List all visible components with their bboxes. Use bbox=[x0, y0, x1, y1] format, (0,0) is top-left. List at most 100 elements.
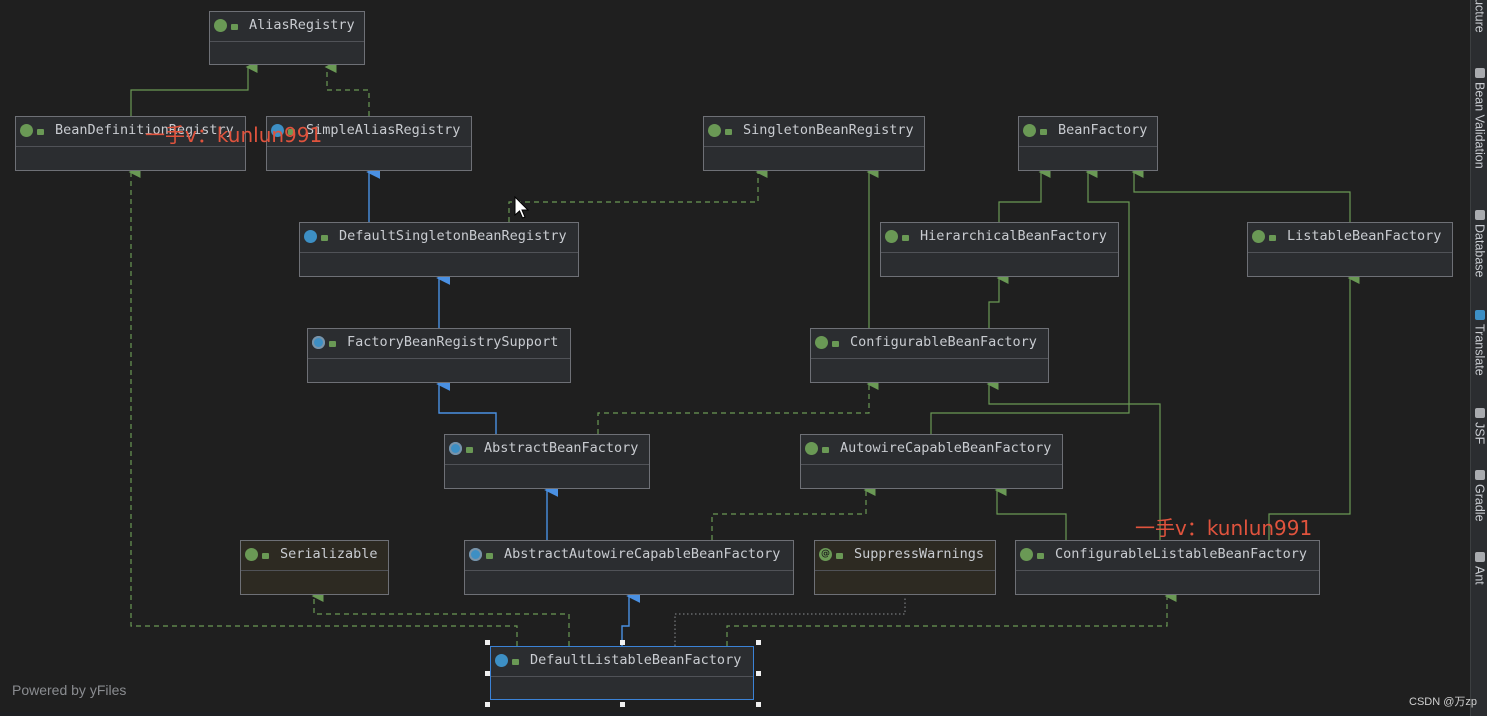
public-lock-icon bbox=[832, 341, 839, 347]
interface-icon bbox=[815, 335, 828, 349]
sidebar-item-translate[interactable]: Translate bbox=[1471, 310, 1487, 376]
interface-icon bbox=[885, 229, 898, 243]
node-abstract-autowire-capable-bean-factory[interactable]: AbstractAutowireCapableBeanFactory bbox=[464, 540, 794, 595]
node-label: Serializable bbox=[280, 546, 378, 562]
selection-handle[interactable] bbox=[620, 640, 625, 645]
selection-handle[interactable] bbox=[485, 671, 490, 676]
watermark-text: 一手v：kunlun991 bbox=[1135, 516, 1313, 540]
node-label: ConfigurableListableBeanFactory bbox=[1055, 546, 1307, 562]
diagram-canvas[interactable]: AliasRegistry BeanDefinitionRegistry Sim… bbox=[0, 0, 1470, 712]
public-lock-icon bbox=[231, 24, 238, 30]
node-label: FactoryBeanRegistrySupport bbox=[347, 334, 559, 350]
selection-handle[interactable] bbox=[756, 640, 761, 645]
node-autowire-capable-bean-factory[interactable]: AutowireCapableBeanFactory bbox=[800, 434, 1063, 489]
selection-handle[interactable] bbox=[756, 702, 761, 707]
public-lock-icon bbox=[262, 553, 269, 559]
public-lock-icon bbox=[486, 553, 493, 559]
sidebar-item-ant[interactable]: Ant bbox=[1471, 552, 1487, 585]
interface-icon bbox=[245, 547, 258, 561]
node-default-listable-bean-factory[interactable]: DefaultListableBeanFactory bbox=[490, 646, 754, 700]
selection-handle[interactable] bbox=[485, 640, 490, 645]
abstract-class-icon bbox=[312, 335, 325, 349]
abstract-class-icon bbox=[449, 441, 462, 455]
node-alias-registry[interactable]: AliasRegistry bbox=[209, 11, 365, 65]
node-factory-bean-registry-support[interactable]: FactoryBeanRegistrySupport bbox=[307, 328, 571, 383]
selection-handle[interactable] bbox=[620, 702, 625, 707]
public-lock-icon bbox=[466, 447, 473, 453]
public-lock-icon bbox=[1037, 553, 1044, 559]
edge-abf-cbf bbox=[597, 378, 879, 434]
public-lock-icon bbox=[512, 659, 519, 665]
edge-hbf-bf bbox=[998, 166, 1051, 222]
public-lock-icon bbox=[1269, 235, 1276, 241]
edge-dlbf-clbf bbox=[726, 590, 1177, 646]
interface-icon bbox=[214, 18, 227, 32]
jsf-icon bbox=[1474, 408, 1485, 418]
node-configurable-listable-bean-factory[interactable]: ConfigurableListableBeanFactory bbox=[1015, 540, 1320, 595]
credit-label: CSDN @万zp bbox=[1409, 696, 1478, 708]
node-label: ConfigurableBeanFactory bbox=[850, 334, 1037, 350]
edge-acbf-bf bbox=[930, 166, 1130, 434]
node-label: DefaultSingletonBeanRegistry bbox=[339, 228, 567, 244]
interface-icon bbox=[1020, 547, 1033, 561]
public-lock-icon bbox=[822, 447, 829, 453]
node-label: BeanFactory bbox=[1058, 122, 1148, 138]
edge-bdr-alias bbox=[130, 61, 258, 116]
public-lock-icon bbox=[725, 129, 732, 135]
sidebar-item-gradle[interactable]: Gradle bbox=[1471, 470, 1487, 522]
selection-handle[interactable] bbox=[756, 671, 761, 676]
node-label: AutowireCapableBeanFactory bbox=[840, 440, 1052, 456]
node-suppress-warnings[interactable]: @ SuppressWarnings bbox=[814, 540, 996, 595]
edges-layer bbox=[128, 61, 1360, 646]
translate-icon bbox=[1474, 310, 1485, 320]
sidebar-item-database[interactable]: Database bbox=[1471, 210, 1487, 278]
edge-dlbf-aacbf bbox=[621, 589, 641, 646]
node-label: AbstractBeanFactory bbox=[484, 440, 639, 456]
node-bean-factory[interactable]: BeanFactory bbox=[1018, 116, 1158, 171]
sidebar-item-jsf[interactable]: JSF bbox=[1471, 408, 1487, 444]
node-label: SimpleAliasRegistry bbox=[306, 122, 461, 138]
public-lock-icon bbox=[37, 129, 44, 135]
powered-by-label: Powered by yFiles bbox=[12, 682, 127, 698]
edge-cbf-hbf bbox=[988, 272, 1009, 328]
node-serializable[interactable]: Serializable bbox=[240, 540, 389, 595]
edge-dsbr-sbr bbox=[508, 166, 768, 222]
edge-dlbf-sw bbox=[674, 596, 906, 646]
public-lock-icon bbox=[902, 235, 909, 241]
node-label: AbstractAutowireCapableBeanFactory bbox=[504, 546, 781, 562]
mouse-cursor-icon bbox=[514, 196, 530, 219]
node-hierarchical-bean-factory[interactable]: HierarchicalBeanFactory bbox=[880, 222, 1119, 277]
bean-validation-icon bbox=[1474, 68, 1485, 78]
sidebar-item-structure[interactable]: ucture bbox=[1471, 0, 1487, 33]
sidebar-item-bean-validation[interactable]: Bean Validation bbox=[1471, 68, 1487, 169]
abstract-class-icon bbox=[469, 547, 482, 561]
interface-icon bbox=[20, 123, 33, 137]
node-configurable-bean-factory[interactable]: ConfigurableBeanFactory bbox=[810, 328, 1049, 383]
gradle-icon bbox=[1474, 470, 1485, 480]
node-label: ListableBeanFactory bbox=[1287, 228, 1442, 244]
edge-clbf-lbf bbox=[1268, 272, 1360, 540]
interface-icon bbox=[1023, 123, 1036, 137]
node-label: SingletonBeanRegistry bbox=[743, 122, 914, 138]
public-lock-icon bbox=[329, 341, 336, 347]
edge-lbf-bf bbox=[1131, 166, 1351, 222]
public-lock-icon bbox=[1040, 129, 1047, 135]
node-abstract-bean-factory[interactable]: AbstractBeanFactory bbox=[444, 434, 650, 489]
watermark-text: 一手v：kunlun991 bbox=[145, 123, 323, 147]
class-icon bbox=[495, 653, 508, 667]
selection-handle[interactable] bbox=[485, 702, 490, 707]
interface-icon bbox=[708, 123, 721, 137]
node-label: AliasRegistry bbox=[249, 17, 355, 33]
right-tool-window-bar: ucture Bean Validation Database Translat… bbox=[1470, 0, 1487, 716]
node-singleton-bean-registry[interactable]: SingletonBeanRegistry bbox=[703, 116, 925, 171]
ant-icon bbox=[1474, 552, 1485, 562]
node-listable-bean-factory[interactable]: ListableBeanFactory bbox=[1247, 222, 1453, 277]
node-default-singleton-bean-registry[interactable]: DefaultSingletonBeanRegistry bbox=[299, 222, 579, 277]
node-label: DefaultListableBeanFactory bbox=[530, 652, 742, 668]
annotation-icon: @ bbox=[819, 547, 832, 561]
interface-icon bbox=[1252, 229, 1265, 243]
database-icon bbox=[1474, 210, 1485, 220]
public-lock-icon bbox=[836, 553, 843, 559]
edge-clbf-acbf bbox=[994, 484, 1067, 540]
class-icon bbox=[304, 229, 317, 243]
